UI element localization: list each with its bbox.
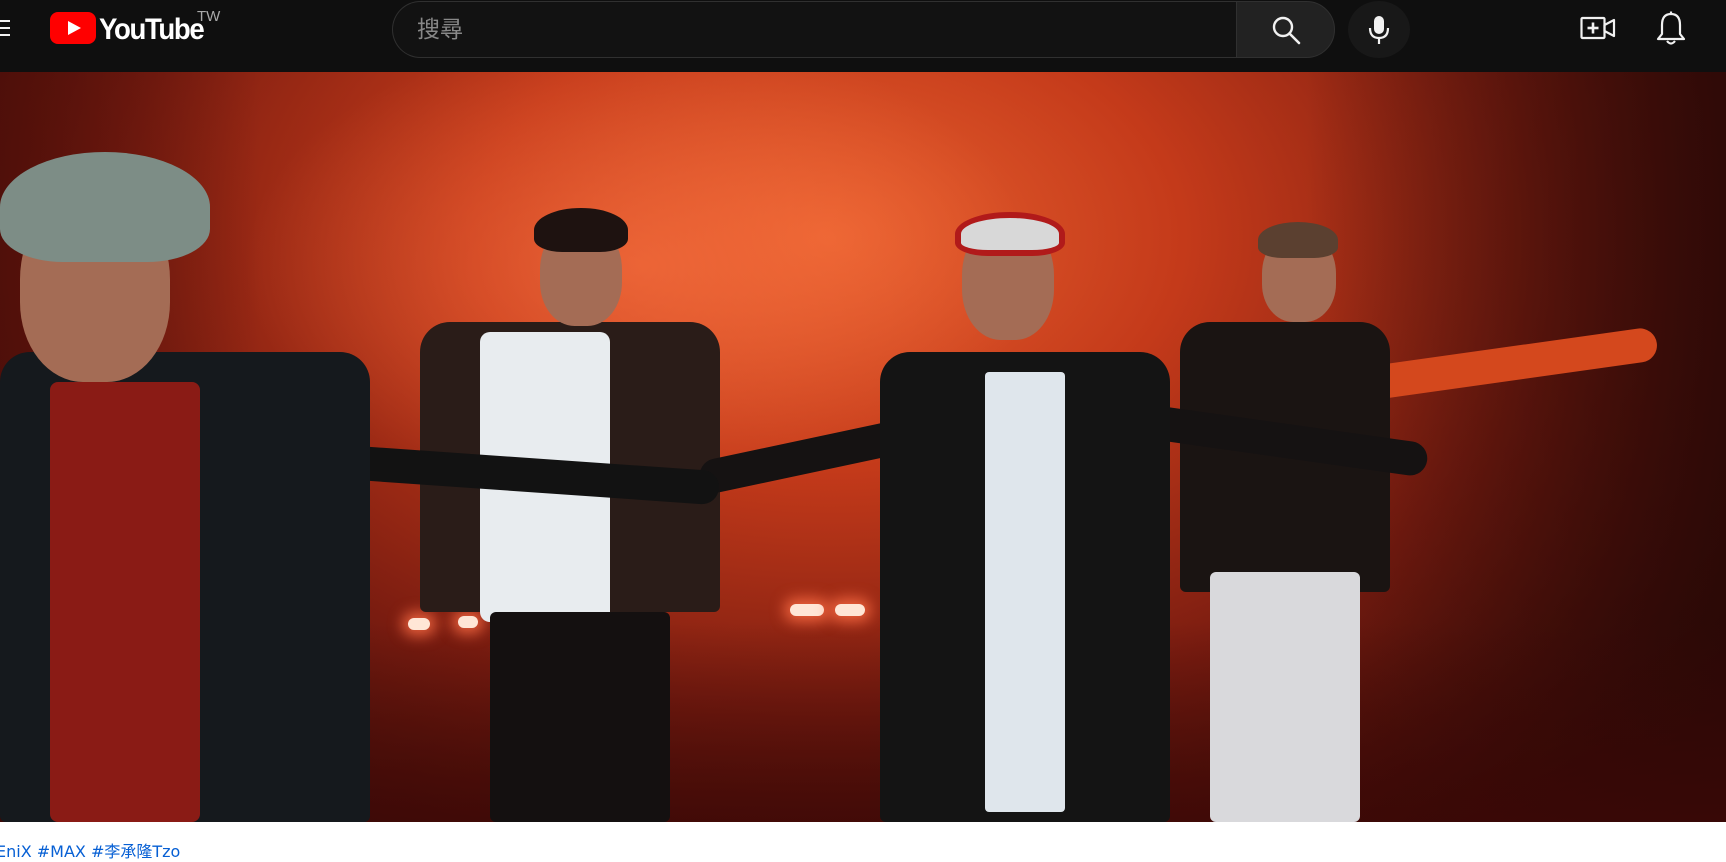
dancer-hair	[1258, 222, 1338, 258]
search-icon	[1272, 16, 1301, 45]
youtube-logo-icon	[50, 12, 96, 44]
create-button[interactable]	[1577, 8, 1619, 50]
dancer-pants	[490, 612, 670, 822]
dancer-hair	[0, 152, 210, 262]
description-hashtags[interactable]: EniX #MAX #李承隆Tzo	[0, 838, 180, 862]
stage-light	[790, 604, 824, 616]
dancer-shirt	[50, 382, 200, 822]
microphone-icon	[1368, 16, 1390, 44]
menu-icon-bar	[0, 34, 10, 36]
dancer-pants	[1210, 572, 1360, 822]
menu-button[interactable]	[0, 16, 14, 42]
dancer-hair	[534, 208, 628, 252]
video-camera-plus-icon	[1580, 16, 1616, 40]
stage-light	[835, 604, 865, 616]
dancer-shirt	[985, 372, 1065, 812]
menu-icon-bar	[0, 27, 10, 29]
stage-light	[458, 616, 478, 628]
voice-search-button[interactable]	[1348, 1, 1410, 58]
stage-light	[408, 618, 430, 630]
country-code: TW	[197, 8, 221, 25]
search-box	[392, 1, 1237, 58]
menu-icon-bar	[0, 20, 10, 22]
notifications-button[interactable]	[1650, 8, 1692, 50]
logo-wordmark: YouTube	[99, 13, 205, 46]
search-input[interactable]	[417, 2, 1207, 57]
search-button[interactable]	[1236, 1, 1335, 58]
video-player[interactable]	[0, 72, 1726, 822]
bell-icon	[1656, 11, 1686, 45]
masthead: YouTube TW	[0, 0, 1726, 72]
dancer-goggles	[955, 212, 1065, 256]
